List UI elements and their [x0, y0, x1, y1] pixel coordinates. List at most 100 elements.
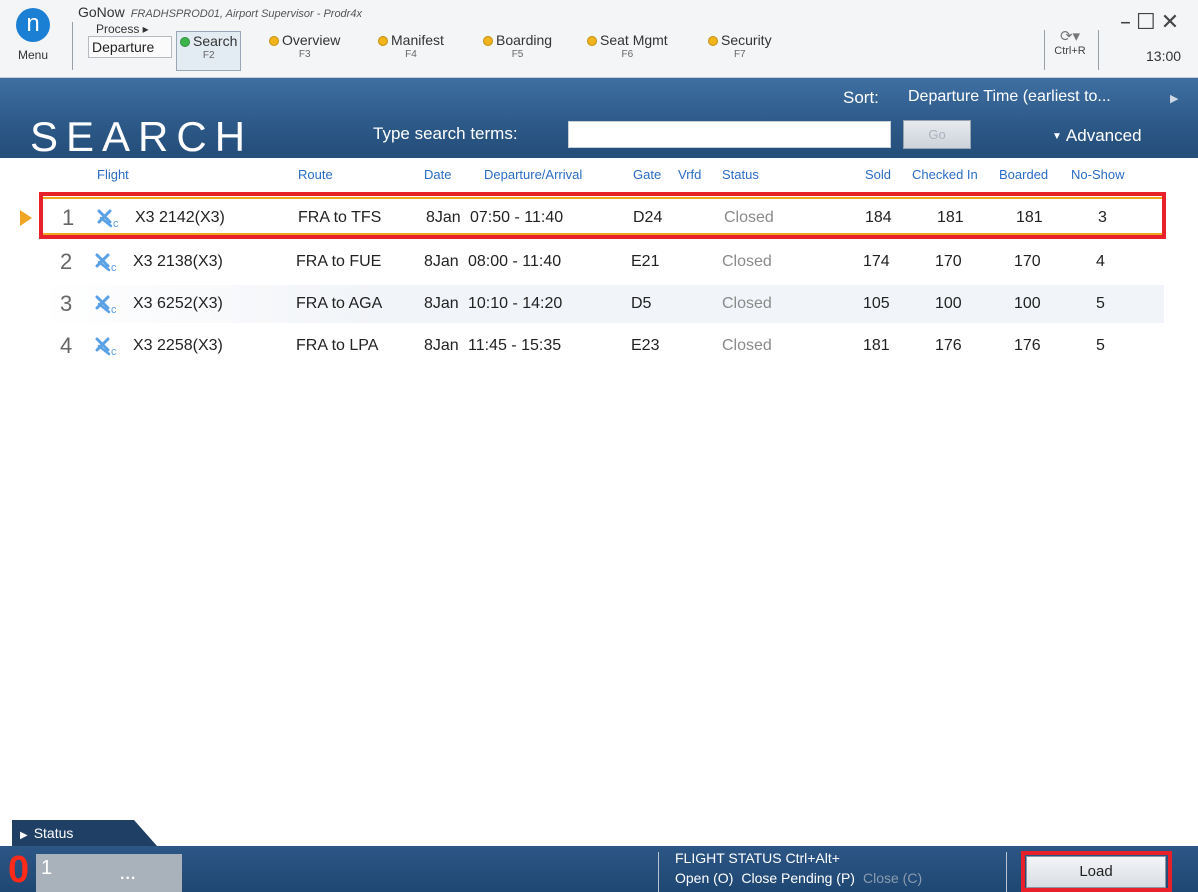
open-flight-action[interactable]: Open (O) [675, 870, 733, 886]
departure-arrival: 07:50 - 11:40 [470, 209, 564, 226]
close-flight-action: Close (C) [862, 870, 923, 886]
row-index: 1 [62, 205, 75, 230]
column-header-vrfd[interactable]: Vrfd [678, 167, 701, 182]
gate: D5 [631, 295, 652, 312]
column-header-dep-arr[interactable]: Departure/Arrival [484, 167, 582, 182]
close-pending-action[interactable]: Close Pending (P) [741, 870, 855, 886]
table-row[interactable]: 2 c X3 2138(X3) FRA to FUE 8Jan 08:00 - … [40, 243, 1164, 281]
advanced-label: Advanced [1065, 126, 1142, 145]
tab-seat-mgmt-key: F6 [621, 49, 634, 60]
sort-label: Sort: [843, 88, 879, 107]
flight-status-actions: Open (O) Close Pending (P) Close (C) [675, 870, 922, 886]
status-panel-tab[interactable]: ▶ Status [12, 820, 157, 846]
table-row[interactable]: 4 c X3 2258(X3) FRA to LPA 8Jan 11:45 - … [40, 327, 1164, 365]
tab-manifest-key: F4 [405, 49, 417, 60]
triangle-right-icon[interactable]: ▶ [1170, 92, 1178, 105]
gate: D24 [633, 209, 663, 226]
column-header-status[interactable]: Status [722, 167, 759, 182]
boarded: 176 [1014, 337, 1041, 354]
tab-search-key: F2 [202, 50, 215, 61]
sold: 105 [863, 295, 890, 312]
divider [1098, 30, 1099, 70]
no-show: 5 [1096, 295, 1105, 312]
divider [658, 852, 659, 892]
refresh-button[interactable]: ⟳▾ Ctrl+R [1050, 27, 1090, 57]
tab-overview-key: F3 [298, 49, 311, 60]
tab-search[interactable]: Search F2 [176, 31, 242, 71]
date: 8Jan [424, 253, 459, 270]
svg-text:c: c [111, 262, 117, 273]
column-header-no-show[interactable]: No-Show [1071, 167, 1124, 182]
table-row[interactable]: 3 c X3 6252(X3) FRA to AGA 8Jan 10:10 - … [40, 285, 1164, 323]
tab-overview[interactable]: Overview F3 [269, 32, 340, 72]
route: FRA to TFS [298, 209, 382, 226]
departure-arrival: 10:10 - 14:20 [468, 295, 563, 312]
go-button[interactable]: Go [903, 120, 971, 149]
tab-manifest[interactable]: Manifest F4 [378, 32, 444, 72]
search-label: Type search terms: [373, 124, 518, 143]
column-header-boarded[interactable]: Boarded [999, 167, 1048, 182]
flight-number: X3 2142(X3) [135, 209, 225, 226]
no-show: 4 [1096, 253, 1105, 270]
tab-boarding-label: Boarding [496, 32, 553, 48]
route: FRA to LPA [296, 337, 379, 354]
boarded: 100 [1014, 295, 1041, 312]
row-index: 4 [60, 333, 73, 358]
checked-in: 170 [935, 253, 962, 270]
departure-arrival: 11:45 - 15:35 [468, 337, 562, 354]
sort-dropdown[interactable]: Departure Time (earliest to... [908, 88, 1111, 106]
column-header-flight[interactable]: Flight [97, 167, 129, 182]
app-subtitle: FRADHSPROD01, Airport Supervisor - Prodr… [130, 8, 362, 20]
tab-boarding[interactable]: Boarding F5 [483, 32, 552, 72]
advanced-toggle[interactable]: ▼ Advanced [1052, 126, 1142, 146]
search-input[interactable] [568, 121, 891, 148]
title-bar: n Menu GoNow FRADHSPROD01, Airport Superv… [0, 0, 1198, 78]
route: FRA to AGA [296, 295, 383, 312]
menu-label: Menu [17, 48, 49, 62]
column-header-route[interactable]: Route [298, 167, 333, 182]
tab-seat-mgmt-label: Seat Mgmt [600, 32, 668, 48]
clock: 13:00 [1146, 48, 1182, 64]
status: Closed [724, 209, 774, 226]
column-header-checked-in[interactable]: Checked In [912, 167, 978, 182]
date: 8Jan [426, 209, 461, 226]
boarded: 170 [1014, 253, 1041, 270]
status: Closed [722, 253, 772, 270]
svg-text:c: c [111, 346, 117, 357]
window-controls[interactable]: –☐✕ [1120, 10, 1184, 35]
no-show: 3 [1098, 209, 1107, 226]
row-index: 3 [60, 291, 73, 316]
checked-in: 181 [937, 209, 964, 226]
column-header-gate[interactable]: Gate [633, 167, 661, 182]
tab-seat-mgmt[interactable]: Seat Mgmt F6 [587, 32, 668, 72]
status-dot-icon [180, 37, 190, 47]
no-show: 5 [1096, 337, 1105, 354]
checked-in: 100 [935, 295, 962, 312]
checked-in: 176 [935, 337, 962, 354]
menu-button[interactable]: n Menu [4, 8, 62, 74]
svg-text:c: c [113, 218, 119, 229]
status-dot-icon [483, 36, 493, 46]
status-dot-icon [587, 36, 597, 46]
triangle-right-icon: ▶ [20, 830, 28, 841]
tab-security[interactable]: Security F7 [708, 32, 772, 72]
column-header-date[interactable]: Date [424, 167, 451, 182]
date: 8Jan [424, 337, 459, 354]
table-row[interactable]: 1 c X3 2142(X3) FRA to TFS 8Jan 07:50 - … [40, 197, 1164, 235]
tab-security-label: Security [721, 32, 772, 48]
svg-text:c: c [111, 304, 117, 315]
selected-row-chevron-icon [20, 210, 32, 226]
plane-closed-icon: c [97, 209, 119, 229]
page-title: SEARCH [30, 113, 254, 160]
alert-counter: 0 [8, 849, 30, 891]
queue-counter: 1 [41, 857, 53, 879]
status: Closed [722, 337, 772, 354]
column-header-sold[interactable]: Sold [865, 167, 891, 182]
flight-status-title: FLIGHT STATUS Ctrl+Alt+ [675, 850, 840, 866]
more-button[interactable]: ... [120, 866, 136, 884]
queue-box[interactable] [36, 854, 182, 892]
process-menu[interactable]: Process ▸ [96, 22, 149, 36]
departure-mode-button[interactable]: Departure [88, 36, 172, 58]
tab-manifest-label: Manifest [391, 32, 444, 48]
load-button[interactable]: Load [1026, 856, 1166, 888]
